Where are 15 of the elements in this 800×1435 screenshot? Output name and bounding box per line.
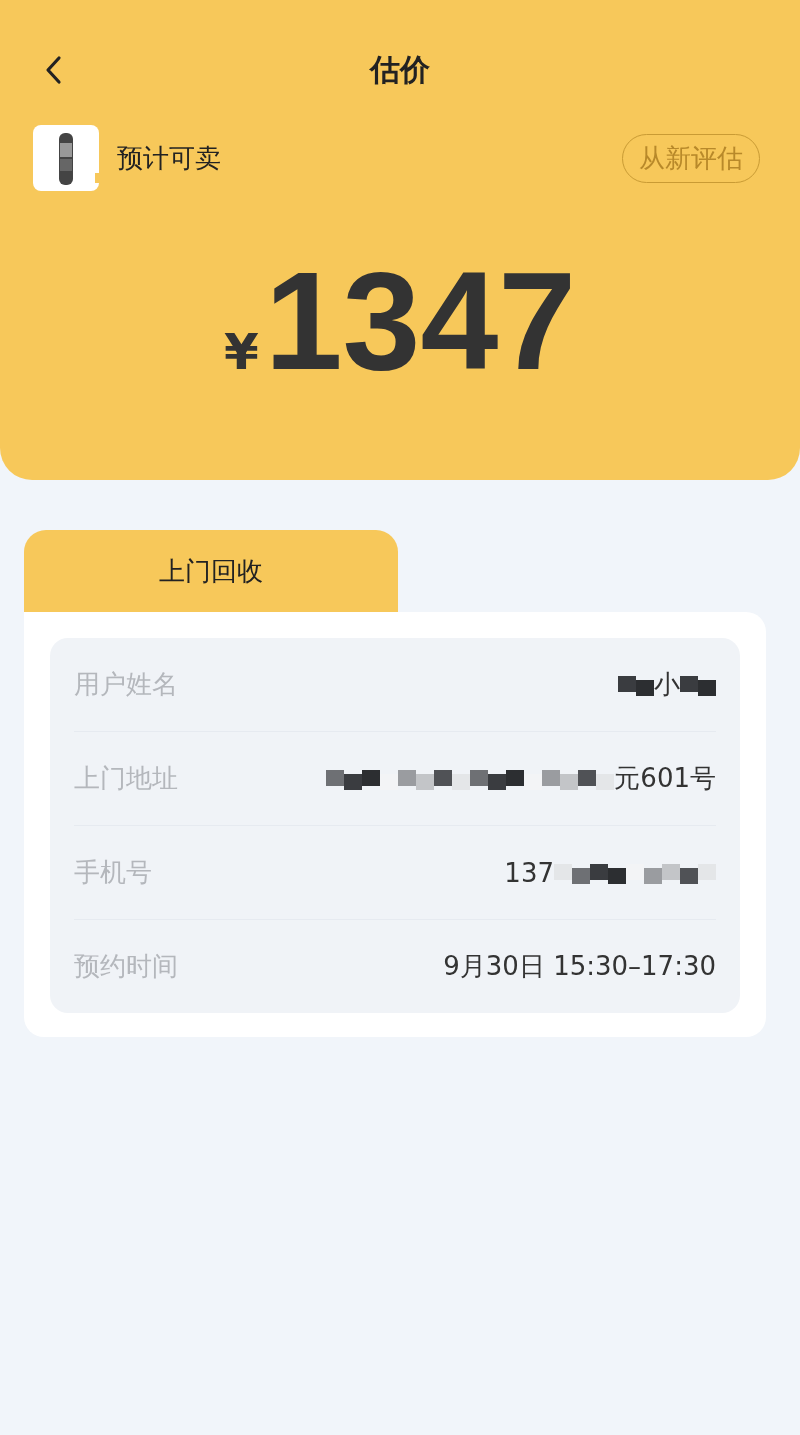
redaction-mosaic (618, 673, 654, 696)
field-value: 137 (504, 857, 554, 888)
redaction-mosaic (680, 673, 716, 696)
field-label: 预约时间 (74, 950, 178, 983)
estimate-label: 预计可卖 (117, 141, 222, 175)
price-value: 1347 (264, 251, 577, 391)
tab[interactable]: 上门回收 (24, 530, 398, 612)
page-title: 估价 (370, 50, 430, 89)
field-value: 元601号 (614, 762, 716, 795)
field-label: 手机号 (74, 856, 152, 889)
field-label: 用户姓名 (74, 668, 178, 701)
field-value: 小 (654, 668, 680, 701)
field-label: 上门地址 (74, 762, 178, 795)
currency-symbol: ¥ (223, 323, 259, 381)
field-value: 9月30日 15:30–17:30 (443, 950, 716, 983)
